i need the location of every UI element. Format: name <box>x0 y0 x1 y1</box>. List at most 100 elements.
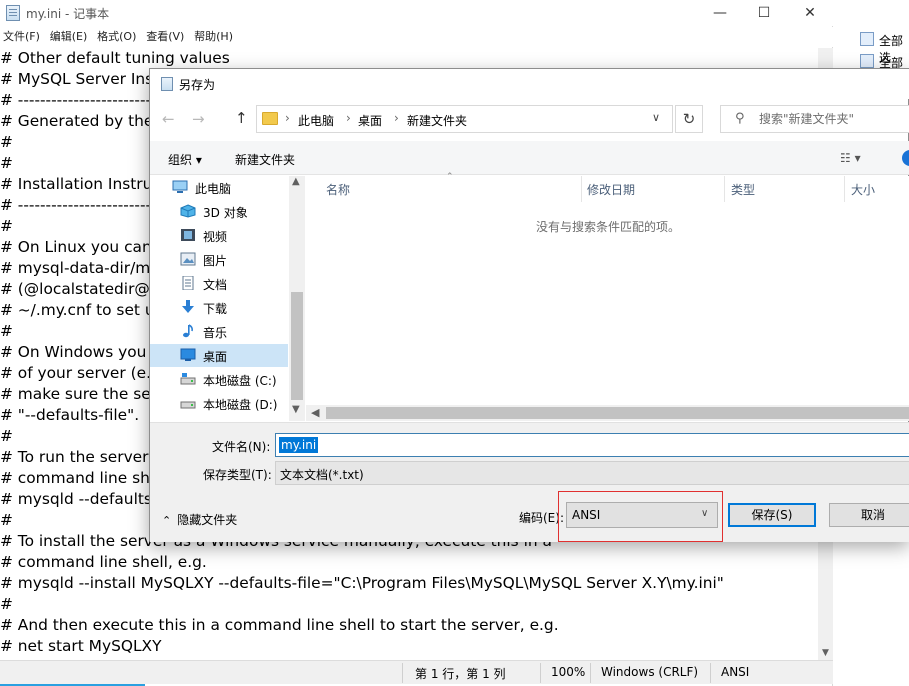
picture-icon <box>180 252 196 266</box>
file-list-horizontal-scrollbar[interactable]: ◀ <box>306 405 909 421</box>
sort-up-icon: ⌃ <box>446 172 454 182</box>
new-folder-button[interactable]: 新建文件夹 <box>235 151 295 168</box>
dialog-navigation-bar: ← → ↑ › 此电脑 › 桌面 › 新建文件夹 ∨ ↻ ⚲ <box>150 99 909 139</box>
file-name-value[interactable]: my.ini <box>279 437 319 453</box>
tree-item-label: 视频 <box>203 230 228 244</box>
document-icon <box>182 276 194 290</box>
scroll-left-arrow-icon[interactable]: ◀ <box>311 406 319 419</box>
help-icon[interactable] <box>902 150 909 166</box>
tree-item-this-pc[interactable]: 此电脑 <box>150 176 288 199</box>
search-box[interactable]: ⚲ <box>720 105 909 133</box>
tree-scrollbar[interactable]: ▲ ▼ <box>289 176 305 421</box>
tree-item-desktop[interactable]: 桌面 <box>150 344 288 367</box>
maximize-button[interactable]: ☐ <box>741 0 787 26</box>
minimize-button[interactable]: — <box>697 0 743 26</box>
cube-icon <box>180 204 196 218</box>
file-type-value: 文本文档(*.txt) <box>280 468 364 482</box>
text-line: # command line shell, e.g. <box>0 553 207 571</box>
folder-icon <box>262 112 278 125</box>
menu-format[interactable]: 格式(O) <box>94 27 139 47</box>
tree-item-label: 本地磁盘 (C:) <box>203 374 277 388</box>
tree-item-downloads[interactable]: 下载 <box>150 296 288 319</box>
dialog-title: 另存为 <box>179 78 216 92</box>
menu-view[interactable]: 查看(V) <box>143 27 187 47</box>
navigation-tree: 此电脑 3D 对象 视频 图片 文档 下载 音乐 桌面 本地磁盘 (C:) 本地… <box>150 176 288 421</box>
breadcrumb-this-pc[interactable]: 此电脑 <box>298 112 334 129</box>
column-separator[interactable] <box>844 176 845 202</box>
chevron-right-icon[interactable]: › <box>285 111 290 125</box>
text-line: # <box>0 595 13 613</box>
refresh-icon[interactable]: ↻ <box>675 105 703 133</box>
status-separator <box>710 663 711 683</box>
tree-item-drive-c[interactable]: 本地磁盘 (C:) <box>150 368 288 391</box>
menu-help[interactable]: 帮助(H) <box>191 27 236 47</box>
forward-arrow-icon[interactable]: → <box>192 110 205 128</box>
column-separator[interactable] <box>581 176 582 202</box>
search-input[interactable] <box>759 111 909 127</box>
tree-item-label: 音乐 <box>203 326 228 340</box>
tree-item-3d-objects[interactable]: 3D 对象 <box>150 200 288 223</box>
encoding-highlight-box <box>558 491 723 542</box>
tree-item-label: 此电脑 <box>195 182 232 196</box>
video-icon <box>181 229 195 241</box>
organize-button[interactable]: 组织 ▾ <box>168 151 202 168</box>
breadcrumb-new-folder[interactable]: 新建文件夹 <box>407 112 467 129</box>
scroll-down-arrow-icon[interactable]: ▼ <box>818 648 833 658</box>
column-name[interactable]: 名称 <box>326 181 350 198</box>
scroll-down-arrow-icon[interactable]: ▼ <box>292 404 300 415</box>
dialog-bottom-panel: 文件名(N): my.ini 保存类型(T): 文本文档(*.txt) ⌃ 隐藏文… <box>150 422 909 542</box>
tree-item-label: 图片 <box>203 254 228 268</box>
tree-item-videos[interactable]: 视频 <box>150 224 288 247</box>
file-type-label: 保存类型(T): <box>203 468 272 482</box>
tree-item-drive-d[interactable]: 本地磁盘 (D:) <box>150 392 288 415</box>
text-line: # net start MySQLXY <box>0 637 162 655</box>
tree-item-documents[interactable]: 文档 <box>150 272 288 295</box>
tree-item-pictures[interactable]: 图片 <box>150 248 288 271</box>
scroll-up-arrow-icon[interactable]: ▲ <box>292 176 300 187</box>
up-arrow-icon[interactable]: ↑ <box>235 109 248 127</box>
file-type-select[interactable]: 文本文档(*.txt) <box>275 461 909 485</box>
chevron-up-icon: ⌃ <box>162 514 172 527</box>
save-button[interactable]: 保存(S) <box>728 503 816 527</box>
column-separator[interactable] <box>724 176 725 202</box>
menu-edit[interactable]: 编辑(E) <box>47 27 91 47</box>
music-icon <box>183 324 193 338</box>
chevron-right-icon[interactable]: › <box>394 111 399 125</box>
hide-folders-label: 隐藏文件夹 <box>177 513 238 527</box>
chevron-right-icon[interactable]: › <box>346 111 351 125</box>
download-icon <box>182 300 194 313</box>
status-separator <box>402 663 403 683</box>
notepad-titlebar: my.ini - 记事本 — ☐ ✕ <box>0 0 833 26</box>
file-list: ⌃ 名称 修改日期 类型 大小 没有与搜索条件匹配的项。 <box>306 172 909 421</box>
address-bar[interactable]: › 此电脑 › 桌面 › 新建文件夹 ∨ <box>256 105 673 133</box>
status-separator <box>540 663 541 683</box>
tree-scroll-thumb[interactable] <box>291 292 303 400</box>
notepad-app-icon <box>6 5 20 21</box>
view-options-icon[interactable]: ☷ ▾ <box>840 151 861 165</box>
close-button[interactable]: ✕ <box>787 0 833 26</box>
breadcrumb-desktop[interactable]: 桌面 <box>358 112 382 129</box>
file-name-label: 文件名(N): <box>212 440 271 454</box>
menu-file[interactable]: 文件(F) <box>0 27 43 47</box>
address-dropdown-icon[interactable]: ∨ <box>652 111 660 124</box>
column-modified-date[interactable]: 修改日期 <box>587 181 635 198</box>
tree-item-label: 3D 对象 <box>203 206 248 220</box>
horizontal-scroll-thumb[interactable] <box>326 407 909 419</box>
status-zoom: 100% <box>551 665 586 679</box>
tree-item-label: 本地磁盘 (D:) <box>203 398 278 412</box>
column-size[interactable]: 大小 <box>851 181 875 198</box>
cancel-button[interactable]: 取消 <box>829 503 909 527</box>
notepad-title: my.ini - 记事本 <box>26 7 110 21</box>
file-name-input[interactable]: my.ini <box>275 433 909 457</box>
save-as-dialog: 另存为 ← → ↑ › 此电脑 › 桌面 › 新建文件夹 ∨ ↻ ⚲ 组织 ▾ … <box>149 68 909 542</box>
text-line: # And then execute this in a command lin… <box>0 616 559 634</box>
status-encoding: ANSI <box>721 665 750 679</box>
back-arrow-icon[interactable]: ← <box>162 110 175 128</box>
notepad-menubar: 文件(F) 编辑(E) 格式(O) 查看(V) 帮助(H) <box>0 27 833 47</box>
drive-d-icon <box>180 401 196 409</box>
pc-icon <box>172 180 188 193</box>
tree-item-label: 文档 <box>203 278 228 292</box>
tree-item-music[interactable]: 音乐 <box>150 320 288 343</box>
hide-folders-toggle[interactable]: ⌃ 隐藏文件夹 <box>162 511 237 528</box>
column-type[interactable]: 类型 <box>731 181 755 198</box>
